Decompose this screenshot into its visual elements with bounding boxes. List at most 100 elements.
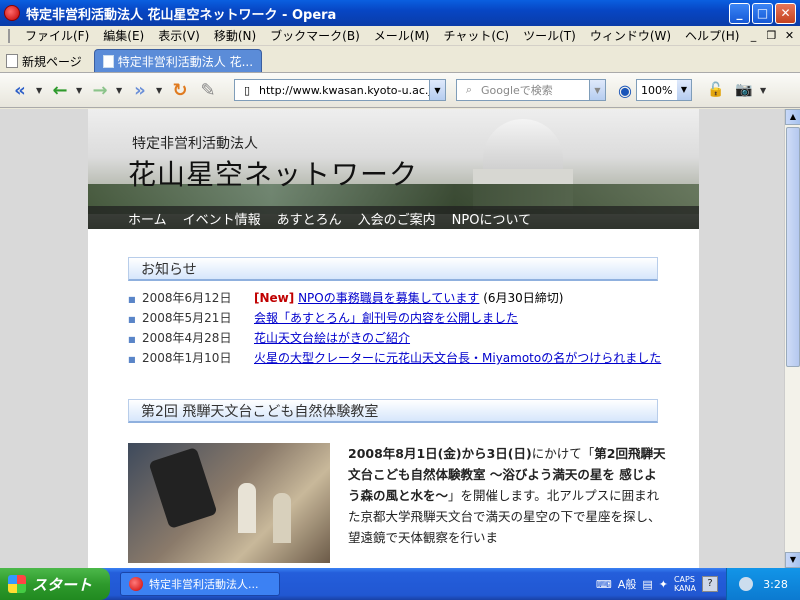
help-icon[interactable]: ? — [702, 576, 718, 592]
caps-kana-indicator: CAPS KANA — [674, 575, 696, 593]
search-box[interactable]: ⌕ Googleで検索 ▼ — [456, 79, 606, 101]
news-heading: お知らせ — [128, 257, 658, 281]
clock: 3:28 — [763, 577, 788, 591]
event-dates: 2008年8月1日(金)から3日(日) — [348, 446, 532, 461]
maximize-button[interactable]: □ — [752, 2, 773, 24]
bullet-icon: ■ — [128, 295, 136, 304]
page-icon — [6, 54, 18, 68]
list-item: ■ 2008年4月28日 花山天文台絵はがきのご紹介 — [128, 329, 668, 349]
mdi-controls: _ ❐ ✕ — [746, 29, 800, 42]
vertical-scrollbar[interactable]: ▲ ▼ — [784, 109, 800, 568]
start-button[interactable]: スタート — [0, 568, 110, 600]
new-page-label: 新規ページ — [22, 54, 82, 69]
menu-navigation[interactable]: 移動(N) — [207, 27, 263, 44]
opera-logo-icon — [129, 577, 143, 591]
minimize-button[interactable]: _ — [729, 2, 750, 24]
chevron-down-icon[interactable]: ▼ — [429, 80, 445, 100]
menu-bookmarks[interactable]: ブックマーク(B) — [263, 27, 367, 44]
news-date: 2008年1月10日 — [142, 351, 232, 365]
chevron-down-icon[interactable]: ▼ — [116, 86, 124, 95]
page-viewport: 特定非営利活動法人 花山星空ネットワーク ホーム イベント情報 あすとろん 入会… — [0, 109, 784, 568]
menu-edit[interactable]: 編集(E) — [96, 27, 151, 44]
bullet-icon: ■ — [128, 355, 136, 364]
scroll-up-icon[interactable]: ▲ — [785, 109, 800, 125]
child-figure-image — [238, 483, 256, 533]
child-figure-image — [273, 493, 291, 543]
taskbar-window-label: 特定非営利活動法人... — [149, 578, 259, 591]
window-title: 特定非営利活動法人 花山星空ネットワーク - Opera — [26, 7, 337, 23]
menu-help[interactable]: ヘルプ(H) — [678, 27, 746, 44]
chevron-down-icon[interactable]: ▼ — [676, 80, 691, 100]
dictionary-icon[interactable]: ▤ — [642, 578, 652, 591]
search-input[interactable]: Googleで検索 — [481, 82, 589, 98]
close-button[interactable]: ✕ — [775, 2, 796, 24]
taskbar: スタート 特定非営利活動法人... ⌨ A般 ▤ ✦ CAPS KANA ? 3:… — [0, 568, 800, 600]
rewind-icon[interactable]: « — [8, 78, 32, 102]
news-suffix: (6月30日締切) — [479, 291, 564, 305]
ime-mode[interactable]: A般 — [618, 576, 637, 592]
tab-label: 特定非営利活動法人 花... — [117, 54, 254, 69]
event-text-mid: にかけて「 — [531, 446, 595, 461]
menu-window[interactable]: ウィンドウ(W) — [583, 27, 678, 44]
menu-view[interactable]: 表示(V) — [151, 27, 207, 44]
list-item: ■ 2008年1月10日 火星の大型クレーターに元花山天文台長・Miyamoto… — [128, 349, 668, 369]
tools-icon[interactable]: ✦ — [659, 578, 668, 591]
chevron-down-icon[interactable]: ▼ — [156, 86, 164, 95]
menu-tools[interactable]: ツール(T) — [516, 27, 583, 44]
web-page: 特定非営利活動法人 花山星空ネットワーク ホーム イベント情報 あすとろん 入会… — [88, 109, 699, 568]
org-subtitle: 特定非営利活動法人 — [132, 136, 258, 152]
zoom-value[interactable]: 100% — [641, 84, 677, 97]
scroll-thumb[interactable] — [786, 127, 800, 367]
list-item: ■ 2008年5月21日 会報「あすとろん」創刊号の内容を公開しました — [128, 309, 668, 329]
windows-logo-icon — [8, 575, 26, 593]
menu-chat[interactable]: チャット(C) — [436, 27, 516, 44]
search-icon: ⌕ — [465, 83, 473, 96]
tab-bar: 新規ページ 特定非営利活動法人 花... — [0, 47, 800, 72]
speaker-icon[interactable] — [739, 577, 754, 591]
scroll-down-icon[interactable]: ▼ — [785, 552, 800, 568]
pen-icon[interactable]: ✎ — [196, 78, 220, 102]
news-link[interactable]: NPOの事務職員を募集しています — [298, 291, 479, 305]
news-date: 2008年4月28日 — [142, 331, 232, 345]
nav-home[interactable]: ホーム — [128, 209, 167, 228]
address-bar[interactable]: ▯ http://www.kwasan.kyoto-u.ac.jp/h ▼ — [234, 79, 446, 101]
lock-icon[interactable]: 🔓 — [704, 78, 728, 102]
chevron-down-icon[interactable]: ▼ — [589, 80, 605, 100]
bullet-icon: ■ — [128, 335, 136, 344]
menu-mail[interactable]: メール(M) — [367, 27, 437, 44]
back-arrow-icon[interactable]: ← — [48, 78, 72, 102]
mdi-minimize-button[interactable]: _ — [746, 29, 760, 42]
new-page-button[interactable]: 新規ページ — [0, 50, 88, 72]
reload-icon[interactable]: ↻ — [168, 78, 192, 102]
site-header: 特定非営利活動法人 花山星空ネットワーク ホーム イベント情報 あすとろん 入会… — [88, 109, 699, 229]
address-input[interactable]: http://www.kwasan.kyoto-u.ac.jp/h — [259, 84, 429, 97]
page-icon: ▯ — [243, 83, 251, 97]
news-link[interactable]: 花山天文台絵はがきのご紹介 — [254, 331, 410, 345]
fast-forward-icon[interactable]: » — [128, 78, 152, 102]
mdi-close-button[interactable]: ✕ — [782, 29, 796, 42]
news-list: ■ 2008年6月12日 [New] NPOの事務職員を募集しています (6月3… — [128, 289, 668, 369]
news-date: 2008年5月21日 — [142, 311, 232, 325]
keyboard-icon[interactable]: ⌨ — [596, 578, 612, 591]
taskbar-window-button[interactable]: 特定非営利活動法人... — [120, 572, 280, 596]
mdi-restore-button[interactable]: ❐ — [764, 29, 778, 42]
event-photo — [128, 443, 330, 563]
page-icon — [102, 54, 114, 68]
list-item: ■ 2008年6月12日 [New] NPOの事務職員を募集しています (6月3… — [128, 289, 668, 309]
forward-arrow-icon[interactable]: → — [88, 78, 112, 102]
nav-membership[interactable]: 入会のご案内 — [358, 209, 436, 228]
news-link[interactable]: 火星の大型クレーターに元花山天文台長・Miyamotoの名がつけられました — [254, 351, 661, 365]
zoom-control[interactable]: ◉ 100% ▼ — [618, 79, 692, 101]
nav-about-npo[interactable]: NPOについて — [452, 209, 531, 228]
chevron-down-icon[interactable]: ▼ — [760, 86, 768, 95]
document-icon — [8, 28, 10, 43]
nav-astron[interactable]: あすとろん — [277, 209, 342, 228]
chevron-down-icon[interactable]: ▼ — [36, 86, 44, 95]
news-link[interactable]: 会報「あすとろん」創刊号の内容を公開しました — [254, 311, 518, 325]
nav-events[interactable]: イベント情報 — [183, 209, 261, 228]
chevron-down-icon[interactable]: ▼ — [76, 86, 84, 95]
tab-active-page[interactable]: 特定非営利活動法人 花... — [93, 49, 262, 72]
camera-icon[interactable]: 📷 — [732, 78, 756, 102]
menu-file[interactable]: ファイル(F) — [18, 27, 96, 44]
event-description: 2008年8月1日(金)から3日(日)にかけて「第2回飛騨天文台こども自然体験教… — [348, 443, 668, 563]
